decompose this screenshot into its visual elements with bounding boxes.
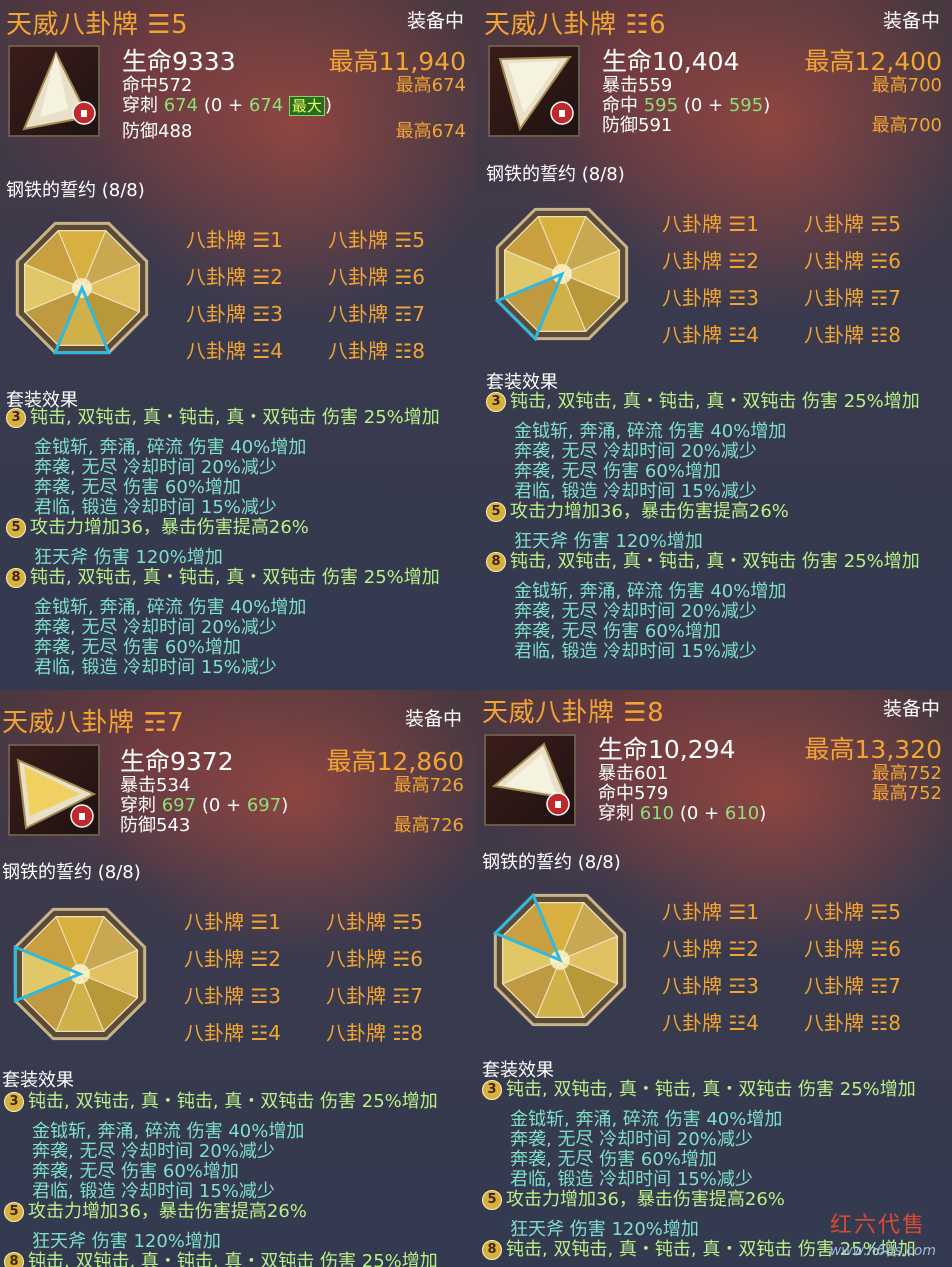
piece-7: 八卦牌 ☶7	[326, 984, 424, 1008]
piece-5: 八卦牌 ☴5	[804, 900, 902, 924]
stat-hp: 生命9372	[120, 747, 234, 776]
piece-4: 八卦牌 ☳4	[662, 323, 760, 347]
equipped-label: 装备中	[882, 698, 940, 720]
tier-badge: 8	[6, 568, 26, 588]
piece-4: 八卦牌 ☳4	[184, 1021, 282, 1045]
item-icon	[484, 734, 576, 826]
piece-6: 八卦牌 ☵6	[804, 937, 902, 961]
piece-2: 八卦牌 ☱2	[184, 947, 282, 971]
piece-1: 八卦牌 ☰1	[186, 228, 284, 252]
piece-2: 八卦牌 ☱2	[186, 265, 284, 289]
set-effects: 3 钝击, 双钝击, 真・钝击, 真・双钝击 伤害 25%增加 金钺斩, 奔涌, …	[6, 408, 476, 678]
set-name: 钢铁的誓约 (8/8)	[6, 180, 145, 201]
tier-badge: 5	[6, 518, 26, 538]
piece-3: 八卦牌 ☲3	[662, 286, 760, 310]
piece-1: 八卦牌 ☰1	[662, 900, 760, 924]
item-title: 天威八卦牌 ☷6	[484, 10, 667, 40]
piece-6: 八卦牌 ☵6	[328, 265, 426, 289]
watermark-url: www.h6ds.com	[829, 1243, 936, 1259]
max-values: 最高12,860 最高726 最高726	[326, 747, 464, 836]
set-name: 钢铁的誓约 (8/8)	[482, 852, 621, 873]
piece-8: 八卦牌 ☷8	[328, 339, 426, 363]
stat-line: 命中572	[122, 75, 193, 96]
item-icon	[8, 45, 100, 137]
stat-list: 生命9333 命中572 穿刺 674 (0 + 674 最大) 防御488	[122, 48, 332, 142]
stat-hp: 生命10,404	[602, 47, 740, 76]
piece-8: 八卦牌 ☷8	[804, 323, 902, 347]
piece-1: 八卦牌 ☰1	[662, 212, 760, 236]
stat-list: 生命10,404 暴击559 命中 595 (0 + 595) 防御591	[602, 47, 771, 136]
equipped-label: 装备中	[406, 10, 464, 32]
set-wheel	[15, 221, 149, 355]
piece-5: 八卦牌 ☴5	[328, 228, 426, 252]
set-effects: 3 钝击, 双钝击, 真・钝击, 真・双钝击 伤害 25%增加 金钺斩, 奔涌, …	[4, 1092, 474, 1267]
piece-7: 八卦牌 ☶7	[328, 302, 426, 326]
set-effects: 3 钝击, 双钝击, 真・钝击, 真・双钝击 伤害 25%增加 金钺斩, 奔涌, …	[486, 392, 952, 662]
item-tooltip-2: 天威八卦牌 ☷6 装备中 生命10,404 暴击559 命中 595 (0 + …	[476, 0, 952, 690]
talisman-icon	[491, 742, 570, 816]
piece-5: 八卦牌 ☴5	[804, 212, 902, 236]
piece-1: 八卦牌 ☰1	[184, 910, 282, 934]
watermark-logo: 红六代售	[829, 1213, 926, 1238]
piece-2: 八卦牌 ☱2	[662, 937, 760, 961]
item-icon	[488, 45, 580, 137]
stat-list: 生命9372 暴击534 穿刺 697 (0 + 697) 防御543	[120, 747, 289, 836]
stat-hp: 生命9333	[122, 47, 236, 76]
max-values: 最高12,400 最高700 最高700	[804, 47, 942, 136]
set-effects-title: 套装效果	[2, 1070, 74, 1091]
piece-8: 八卦牌 ☷8	[326, 1021, 424, 1045]
talisman-icon	[16, 758, 97, 830]
set-name: 钢铁的誓约 (8/8)	[486, 164, 625, 185]
item-title: 天威八卦牌 ☰5	[6, 10, 189, 40]
stat-line: 防御488	[122, 121, 193, 142]
stat-pierce: 穿刺 674 (0 + 674 最大)	[122, 95, 332, 116]
piece-3: 八卦牌 ☲3	[662, 974, 760, 998]
equipped-label: 装备中	[882, 10, 940, 32]
item-title: 天威八卦牌 ☶7	[2, 708, 185, 738]
set-wheel	[13, 907, 147, 1041]
item-tooltip-1: 天威八卦牌 ☰5 装备中 生命9333 命中572 穿刺 674 (0 + 67…	[0, 0, 476, 690]
set-wheel	[494, 207, 629, 342]
piece-6: 八卦牌 ☵6	[804, 249, 902, 273]
tier-badge: 3	[6, 408, 26, 428]
talisman-icon	[22, 50, 96, 131]
max-values: 最高13,320 最高752 最高752	[804, 735, 942, 804]
piece-8: 八卦牌 ☷8	[804, 1011, 902, 1035]
set-wheel	[492, 892, 627, 1027]
item-icon	[8, 744, 100, 836]
piece-3: 八卦牌 ☲3	[186, 302, 284, 326]
stat-list: 生命10,294 暴击601 命中579 穿刺 610 (0 + 610)	[598, 735, 767, 824]
item-tooltip-4: 天威八卦牌 ☰8 装备中 生命10,294 暴击601 命中579 穿刺 610…	[476, 690, 952, 1267]
piece-3: 八卦牌 ☲3	[184, 984, 282, 1008]
set-name: 钢铁的誓约 (8/8)	[2, 862, 141, 883]
piece-7: 八卦牌 ☶7	[804, 974, 902, 998]
piece-7: 八卦牌 ☶7	[804, 286, 902, 310]
stat-hp: 生命10,294	[598, 735, 736, 764]
max-badge: 最大	[288, 96, 325, 116]
item-title: 天威八卦牌 ☰8	[482, 698, 665, 728]
talisman-icon	[498, 55, 574, 132]
piece-5: 八卦牌 ☴5	[326, 910, 424, 934]
piece-4: 八卦牌 ☳4	[662, 1011, 760, 1035]
item-tooltip-3: 天威八卦牌 ☶7 装备中 生命9372 暴击534 穿刺 697 (0 + 69…	[0, 690, 476, 1267]
max-values: 最高11,940 最高674 最高674	[328, 47, 466, 142]
piece-6: 八卦牌 ☵6	[326, 947, 424, 971]
equipped-label: 装备中	[404, 708, 462, 730]
piece-4: 八卦牌 ☳4	[186, 339, 284, 363]
piece-2: 八卦牌 ☱2	[662, 249, 760, 273]
